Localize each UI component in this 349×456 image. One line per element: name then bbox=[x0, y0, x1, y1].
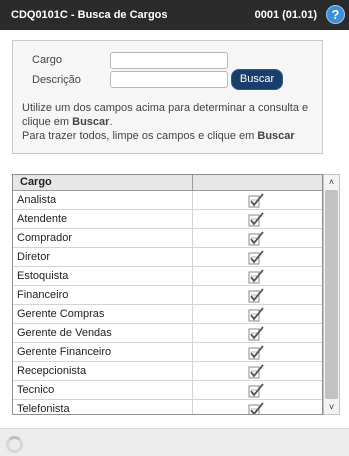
title-bar: CDQ0101C - Busca de Cargos 0001 (01.01) … bbox=[0, 0, 349, 30]
scroll-down-arrow[interactable]: ˅ bbox=[324, 400, 339, 414]
select-check-icon[interactable] bbox=[247, 268, 265, 285]
table-row[interactable]: Atendente bbox=[13, 210, 322, 229]
cell-divider bbox=[192, 210, 193, 229]
cargo-cell: Analista bbox=[17, 194, 57, 206]
window-title: CDQ0101C - Busca de Cargos bbox=[11, 9, 168, 21]
cargo-cell: Gerente Compras bbox=[17, 308, 105, 320]
search-button[interactable]: Buscar bbox=[231, 69, 283, 90]
cargo-cell: Financeiro bbox=[17, 289, 69, 301]
grid-scrollbar[interactable]: ˄ ˅ bbox=[323, 174, 340, 415]
column-header-cargo[interactable]: Cargo bbox=[20, 176, 52, 188]
table-row[interactable]: Estoquista bbox=[13, 267, 322, 286]
help-icon[interactable]: ? bbox=[326, 5, 345, 24]
select-check-icon[interactable] bbox=[247, 230, 265, 247]
table-row[interactable]: Gerente de Vendas bbox=[13, 324, 322, 343]
cargo-cell: Telefonista bbox=[17, 403, 70, 415]
cell-divider bbox=[192, 286, 193, 305]
select-check-icon[interactable] bbox=[247, 344, 265, 361]
hint-line-1-end: . bbox=[109, 116, 113, 128]
scroll-up-arrow[interactable]: ˄ bbox=[324, 175, 339, 189]
table-row[interactable]: Gerente Financeiro bbox=[13, 343, 322, 362]
cell-divider bbox=[192, 248, 193, 267]
cell-divider bbox=[192, 381, 193, 400]
select-check-icon[interactable] bbox=[247, 287, 265, 304]
filter-panel: Cargo Descrição Buscar Utilize um dos ca… bbox=[12, 40, 323, 154]
descricao-input[interactable] bbox=[110, 71, 228, 88]
loading-spinner-icon bbox=[6, 436, 23, 453]
hint-line-1: Utilize um dos campos acima para determi… bbox=[22, 102, 309, 128]
search-hint: Utilize um dos campos acima para determi… bbox=[22, 101, 318, 143]
cargo-cell: Diretor bbox=[17, 251, 51, 263]
cargo-label: Cargo bbox=[32, 54, 62, 66]
select-check-icon[interactable] bbox=[247, 325, 265, 342]
hint-line-2-bold: Buscar bbox=[257, 130, 295, 142]
descricao-label: Descrição bbox=[32, 74, 81, 86]
cargo-cell: Comprador bbox=[17, 232, 73, 244]
cargo-cell: Gerente de Vendas bbox=[17, 327, 112, 339]
column-divider bbox=[192, 175, 193, 191]
select-check-icon[interactable] bbox=[247, 192, 265, 209]
select-check-icon[interactable] bbox=[247, 249, 265, 266]
cell-divider bbox=[192, 305, 193, 324]
cell-divider bbox=[192, 229, 193, 248]
table-row[interactable]: Diretor bbox=[13, 248, 322, 267]
select-check-icon[interactable] bbox=[247, 306, 265, 323]
select-check-icon[interactable] bbox=[247, 401, 265, 415]
table-row[interactable]: Telefonista bbox=[13, 400, 322, 415]
cargo-cell: Recepcionista bbox=[17, 365, 87, 377]
select-check-icon[interactable] bbox=[247, 382, 265, 399]
cell-divider bbox=[192, 362, 193, 381]
table-row[interactable]: Recepcionista bbox=[13, 362, 322, 381]
cargo-cell: Estoquista bbox=[17, 270, 69, 282]
select-check-icon[interactable] bbox=[247, 363, 265, 380]
cargo-cell: Tecnico bbox=[17, 384, 55, 396]
cell-divider bbox=[192, 267, 193, 286]
scroll-thumb[interactable] bbox=[325, 190, 338, 399]
cell-divider bbox=[192, 191, 193, 210]
table-row[interactable]: Comprador bbox=[13, 229, 322, 248]
screen-code: 0001 (01.01) bbox=[254, 9, 317, 21]
table-row[interactable]: Gerente Compras bbox=[13, 305, 322, 324]
cell-divider bbox=[192, 324, 193, 343]
status-footer bbox=[0, 428, 349, 456]
results-grid: Cargo Analista Atendente Comprador Diretor E… bbox=[12, 174, 323, 415]
cell-divider bbox=[192, 343, 193, 362]
cargo-input[interactable] bbox=[110, 52, 228, 69]
table-row[interactable]: Tecnico bbox=[13, 381, 322, 400]
cargo-cell: Atendente bbox=[17, 213, 68, 225]
grid-header: Cargo bbox=[13, 175, 322, 191]
table-row[interactable]: Analista bbox=[13, 191, 322, 210]
hint-line-2: Para trazer todos, limpe os campos e cli… bbox=[22, 130, 258, 142]
select-check-icon[interactable] bbox=[247, 211, 265, 228]
cargo-cell: Gerente Financeiro bbox=[17, 346, 112, 358]
table-row[interactable]: Financeiro bbox=[13, 286, 322, 305]
hint-line-1-bold: Buscar bbox=[72, 116, 110, 128]
cell-divider bbox=[192, 400, 193, 414]
